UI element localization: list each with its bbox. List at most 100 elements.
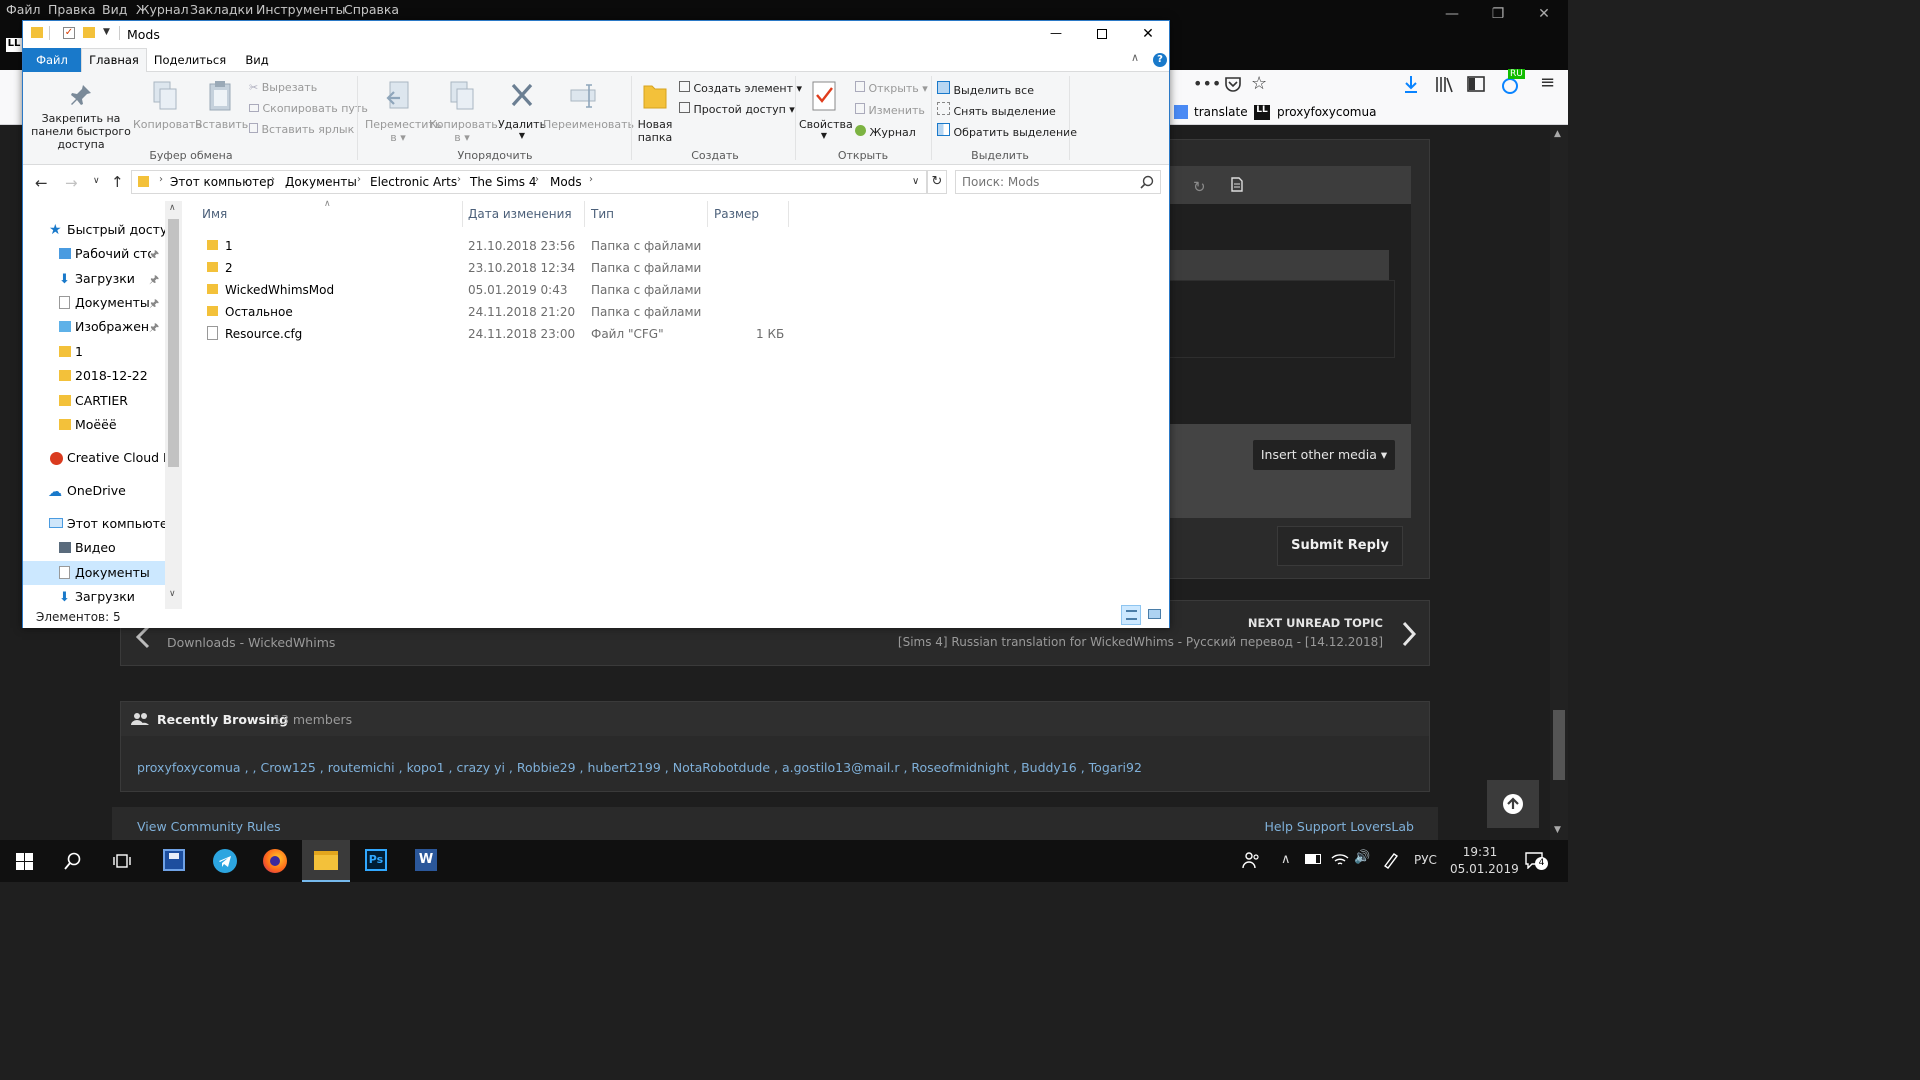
- pin-icon[interactable]: 🖈: [149, 319, 159, 338]
- history-button[interactable]: Журнал: [855, 125, 916, 139]
- address-bar[interactable]: › Этот компьютер › Документы › Electroni…: [131, 170, 927, 194]
- breadcrumb-chevron-icon[interactable]: ›: [159, 174, 163, 185]
- address-dropdown-icon[interactable]: ∨: [912, 176, 919, 187]
- column-header-size[interactable]: Размер: [714, 207, 759, 221]
- tab-view[interactable]: Вид: [237, 48, 277, 72]
- breadcrumb-chevron-icon[interactable]: ›: [457, 174, 461, 185]
- column-divider[interactable]: [707, 201, 708, 227]
- editor-text-area[interactable]: [1169, 280, 1395, 358]
- breadcrumb-chevron-icon[interactable]: ›: [357, 174, 361, 185]
- next-topic-link[interactable]: [Sims 4] Russian translation for WickedW…: [898, 635, 1383, 649]
- new-folder-button[interactable]: Новая папка: [635, 78, 675, 144]
- ribbon-collapse-icon[interactable]: ∧: [1131, 51, 1139, 64]
- file-row[interactable]: 2 23.10.2018 12:34 Папка с файлами: [190, 257, 790, 279]
- breadcrumb-chevron-icon[interactable]: ›: [589, 174, 593, 185]
- invert-selection-button[interactable]: Обратить выделение: [937, 123, 1077, 139]
- properties-qat-icon[interactable]: ✓: [63, 27, 75, 39]
- breadcrumb-chevron-icon[interactable]: ›: [535, 174, 539, 185]
- nav-scrollbar-thumb[interactable]: [168, 219, 179, 467]
- select-all-button[interactable]: Выделить все: [937, 81, 1034, 97]
- paste-shortcut-button[interactable]: Вставить ярлык: [249, 123, 354, 136]
- nav-folder-moyo[interactable]: Моёёё: [23, 413, 165, 437]
- taskbar-app-photoshop[interactable]: Ps: [352, 840, 400, 882]
- page-scrollbar[interactable]: ▲ ▼: [1550, 125, 1568, 840]
- properties-button[interactable]: Свойства ▼: [799, 78, 853, 140]
- column-divider[interactable]: [584, 201, 585, 227]
- ff-menu-file[interactable]: Файл: [6, 2, 41, 17]
- file-row[interactable]: Остальное 24.11.2018 21:20 Папка с файла…: [190, 301, 790, 323]
- pin-icon[interactable]: 🖈: [149, 246, 159, 265]
- nav-scroll-down-icon[interactable]: ∨: [169, 589, 176, 599]
- ff-menu-edit[interactable]: Правка: [48, 2, 96, 17]
- chevron-left-icon[interactable]: [135, 625, 151, 649]
- large-icons-view-button[interactable]: [1145, 605, 1165, 625]
- ff-menu-history[interactable]: Журнал: [136, 2, 189, 17]
- taskbar-app-explorer[interactable]: [302, 840, 350, 882]
- member-list[interactable]: proxyfoxycomua , , Crow125 , routemichi …: [137, 760, 1142, 775]
- breadcrumb-the-sims-4[interactable]: The Sims 4: [470, 175, 536, 189]
- taskbar-app-word[interactable]: W: [402, 840, 450, 882]
- document-icon[interactable]: [1231, 177, 1243, 192]
- up-button[interactable]: ↑: [111, 173, 124, 191]
- tab-file[interactable]: Файл: [23, 48, 81, 72]
- qat-dropdown-icon[interactable]: ▼: [103, 27, 110, 37]
- nav-onedrive[interactable]: ☁ OneDrive: [23, 479, 165, 503]
- file-row[interactable]: WickedWhimsMod 05.01.2019 0:43 Папка с ф…: [190, 279, 790, 301]
- submit-reply-button[interactable]: Submit Reply: [1277, 526, 1403, 566]
- nav-this-pc[interactable]: Этот компьютер: [23, 512, 165, 536]
- recent-locations-icon[interactable]: ∨: [93, 176, 100, 186]
- paste-button[interactable]: Вставить: [195, 78, 248, 131]
- cut-button[interactable]: ✂ Вырезать: [249, 81, 317, 94]
- ff-menu-bookmarks[interactable]: Закладки: [190, 2, 253, 17]
- volume-icon[interactable]: 🔊: [1354, 850, 1370, 865]
- forward-button[interactable]: →: [65, 174, 78, 192]
- taskbar-app-firefox[interactable]: [251, 840, 299, 882]
- pin-icon[interactable]: 🖈: [149, 295, 159, 314]
- pin-icon[interactable]: 🖈: [149, 271, 159, 290]
- search-input[interactable]: [962, 173, 1132, 191]
- community-rules-link[interactable]: View Community Rules: [137, 819, 281, 834]
- prev-topic-link[interactable]: Downloads - WickedWhims: [167, 635, 335, 650]
- breadcrumb-chevron-icon[interactable]: ›: [271, 174, 275, 185]
- network-icon[interactable]: [1331, 852, 1349, 868]
- clock[interactable]: 19:31 05.01.2019: [1450, 844, 1519, 878]
- search-taskbar-button[interactable]: [48, 840, 96, 882]
- breadcrumb-this-pc[interactable]: Этот компьютер: [170, 175, 274, 189]
- scroll-up-icon[interactable]: ▲: [1554, 129, 1561, 139]
- ff-menu-tools[interactable]: Инструменты: [256, 2, 345, 17]
- people-icon[interactable]: [1242, 851, 1260, 869]
- copy-to-button[interactable]: Копировать в ▾: [429, 78, 498, 144]
- select-none-button[interactable]: Снять выделение: [937, 102, 1056, 118]
- downloads-icon[interactable]: [1402, 74, 1420, 94]
- file-row[interactable]: Resource.cfg 24.11.2018 23:00 Файл "CFG"…: [190, 323, 790, 345]
- ff-menu-view[interactable]: Вид: [102, 2, 127, 17]
- file-row[interactable]: 1 21.10.2018 23:56 Папка с файлами: [190, 235, 790, 257]
- nav-folder-cartier[interactable]: CARTIER: [23, 389, 165, 413]
- nav-downloads[interactable]: ⬇ Загрузки 🖈: [23, 267, 165, 291]
- edit-button[interactable]: Изменить: [855, 103, 925, 117]
- nav-documents[interactable]: Документы 🖈: [23, 291, 165, 315]
- redo-icon[interactable]: ↻: [1193, 178, 1206, 196]
- nav-pictures[interactable]: Изображения🖈: [23, 315, 165, 339]
- copy-button[interactable]: Копировать: [133, 78, 202, 131]
- library-icon[interactable]: [1434, 74, 1454, 94]
- search-icon[interactable]: [1140, 175, 1154, 189]
- nav-desktop[interactable]: Рабочий стол🖈: [23, 242, 165, 266]
- column-divider[interactable]: [462, 201, 463, 227]
- copy-path-button[interactable]: Скопировать путь: [249, 102, 368, 115]
- nav-videos[interactable]: Видео: [23, 536, 165, 560]
- new-folder-qat-icon[interactable]: [83, 27, 95, 38]
- scroll-down-icon[interactable]: ▼: [1554, 825, 1561, 835]
- delete-button[interactable]: Удалить ▼: [497, 78, 547, 140]
- nav-downloads-pc[interactable]: ⬇ Загрузки: [23, 585, 165, 609]
- nav-quick-access[interactable]: ★ Быстрый доступ: [23, 218, 165, 242]
- nav-folder-1[interactable]: 1: [23, 340, 165, 364]
- move-to-button[interactable]: Переместить в ▾: [365, 78, 441, 144]
- column-divider[interactable]: [788, 201, 789, 227]
- scroll-top-button[interactable]: [1487, 780, 1539, 828]
- nav-creative-cloud[interactable]: Creative Cloud Files: [23, 446, 165, 470]
- insert-media-button[interactable]: Insert other media ▾: [1253, 440, 1395, 470]
- task-view-button[interactable]: [98, 840, 146, 882]
- close-button[interactable]: ✕: [1125, 21, 1171, 48]
- open-button[interactable]: Открыть ▾: [855, 81, 928, 95]
